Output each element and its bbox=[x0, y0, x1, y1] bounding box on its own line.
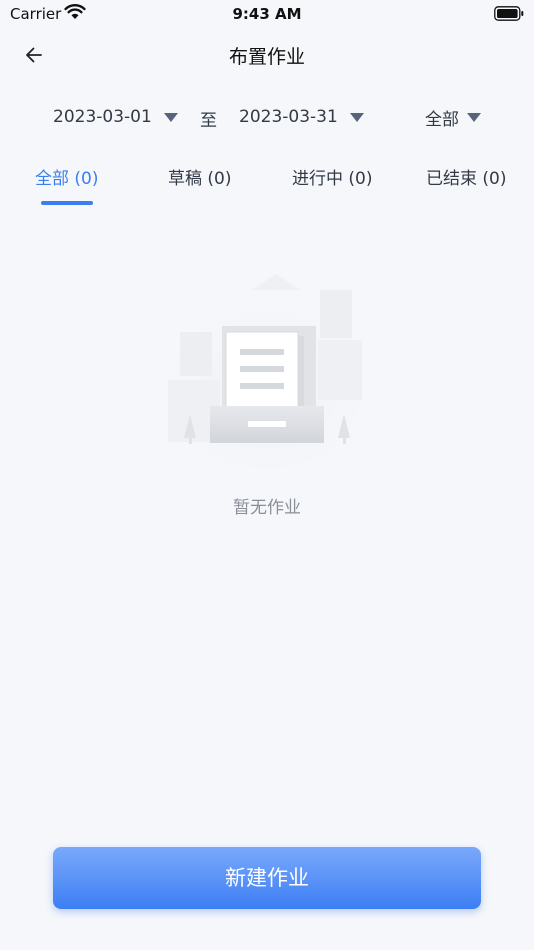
end-date-value: 2023-03-31 bbox=[239, 107, 338, 127]
tab-all[interactable]: 全部 (0) bbox=[35, 164, 98, 189]
arrow-left-icon bbox=[26, 47, 42, 63]
battery-icon bbox=[494, 6, 524, 21]
active-tab-indicator bbox=[41, 201, 93, 205]
tab-in-progress[interactable]: 进行中 (0) bbox=[292, 164, 372, 189]
scope-filter-value: 全部 bbox=[425, 109, 459, 130]
empty-state-message: 暂无作业 bbox=[233, 498, 301, 518]
scope-filter-dropdown[interactable]: 全部 bbox=[425, 104, 481, 130]
nav-bar: 布置作业 bbox=[0, 30, 534, 80]
create-assignment-button[interactable]: 新建作业 bbox=[53, 847, 481, 909]
status-tabs: 全部 (0) 草稿 (0) 进行中 (0) 已结束 (0) bbox=[0, 160, 534, 210]
date-range-separator: 至 bbox=[200, 111, 217, 131]
start-date-picker[interactable]: 2023-03-01 bbox=[53, 104, 178, 130]
status-time: 9:43 AM bbox=[232, 5, 302, 23]
status-bar: Carrier 9:43 AM bbox=[0, 0, 534, 30]
caret-down-icon bbox=[349, 112, 364, 122]
empty-document-illustration bbox=[163, 274, 371, 470]
tab-ended[interactable]: 已结束 (0) bbox=[426, 164, 506, 189]
end-date-picker[interactable]: 2023-03-31 bbox=[239, 104, 364, 130]
start-date-value: 2023-03-01 bbox=[53, 107, 152, 127]
caret-down-icon bbox=[163, 112, 178, 122]
tab-draft[interactable]: 草稿 (0) bbox=[168, 164, 231, 189]
page-title: 布置作业 bbox=[228, 46, 305, 68]
caret-down-icon bbox=[467, 112, 481, 122]
filter-bar: 2023-03-01 至 2023-03-31 全部 bbox=[0, 98, 534, 136]
back-button[interactable] bbox=[18, 38, 52, 72]
